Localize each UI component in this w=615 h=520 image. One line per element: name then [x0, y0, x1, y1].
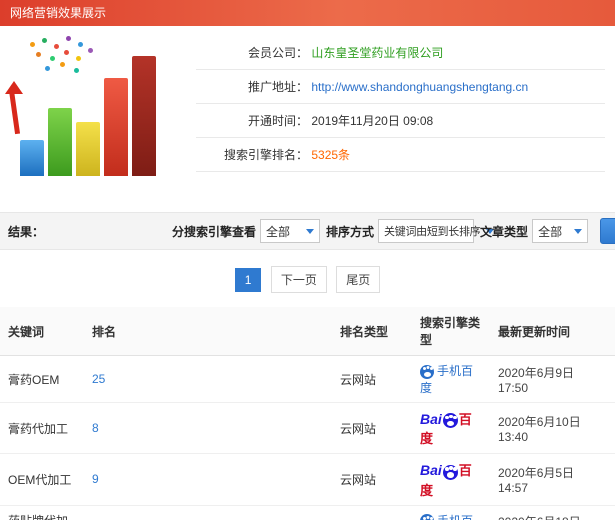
sort-select[interactable]: 关键词由短到长排序: [378, 219, 495, 243]
rank-type-cell: 云网站: [332, 355, 412, 403]
updated-cell: 2020年6月9日 17:50: [490, 355, 615, 403]
article-type-select[interactable]: 全部: [532, 219, 589, 243]
result-label: 结果：: [8, 224, 45, 239]
chart-bar-decoration: [104, 78, 128, 176]
page-1-button[interactable]: 1: [234, 268, 262, 292]
keyword-cell: 膏药OEM: [0, 355, 84, 403]
growth-arrow-icon: [8, 89, 21, 135]
table-row: 膏药OEM 25 云网站 手机百度 2020年6月9日 17:50: [0, 355, 615, 403]
article-type-label: 文章类型: [480, 224, 529, 239]
header-rank: 排名: [84, 307, 332, 356]
chart-bar-decoration: [48, 108, 72, 176]
mobile-baidu-icon: [420, 514, 434, 520]
chart-bar-decoration: [76, 122, 100, 176]
rank-type-cell: 云网站: [332, 402, 412, 455]
rank-link[interactable]: 25: [92, 372, 105, 386]
open-time-label: 开通时间：: [247, 114, 308, 128]
engine-select[interactable]: 全部: [260, 219, 321, 243]
header-rank-type: 排名类型: [332, 307, 412, 356]
company-label: 会员公司：: [247, 46, 308, 60]
engine-select-value: 全部: [266, 224, 291, 239]
marketing-illustration: [0, 32, 196, 190]
updated-cell: 2020年6月5日 14:57: [490, 453, 615, 506]
mobile-baidu-icon: [420, 364, 434, 379]
baidu-badge: Bai 百度: [420, 462, 472, 497]
info-row-url: 推广地址： http://www.shandonghuangshengtang.…: [196, 70, 605, 104]
info-row-open-time: 开通时间： 2019年11月20日 09:08: [196, 104, 605, 138]
pagination: 1 下一页 尾页: [0, 266, 615, 293]
promo-url-label: 推广地址：: [247, 80, 308, 94]
article-type-select-value: 全部: [538, 224, 563, 239]
page-title: 网络营销效果展示: [10, 6, 107, 20]
keyword-cell: 药贴牌代加工: [0, 505, 84, 520]
chart-bar-decoration: [132, 56, 156, 176]
mobile-baidu-badge: 手机百度: [420, 514, 473, 520]
marketing-report-page: 网络营销效果展示 会员公司： 山东皇圣堂药业有限公司 推广地址： http://…: [0, 0, 615, 520]
header-updated: 最新更新时间: [490, 307, 615, 356]
sort-filter-label: 排序方式: [326, 224, 375, 239]
table-row: 膏药代加工 8 云网站 Bai 百度 2020年6月10日 13:40: [0, 402, 615, 455]
company-info-section: 会员公司： 山东皇圣堂药业有限公司 推广地址： http://www.shand…: [0, 26, 615, 190]
next-page-button[interactable]: 下一页: [270, 266, 327, 293]
baidu-bai-text: Bai: [420, 462, 442, 479]
rank-type-cell: 云网站: [332, 505, 412, 520]
company-name-link[interactable]: 山东皇圣堂药业有限公司: [311, 46, 443, 60]
mobile-baidu-badge: 手机百度: [420, 364, 473, 395]
page-header: 网络营销效果展示: [0, 0, 615, 26]
chart-bar-decoration: [20, 140, 44, 176]
chevron-down-icon: [574, 228, 583, 234]
last-page-button[interactable]: 尾页: [336, 266, 381, 293]
filter-bar: 结果： 分搜索引擎查看 全部 排序方式 关键词由短到长排序 文章类型 全部 提交: [0, 212, 615, 250]
baidu-paw-icon: [442, 413, 458, 429]
updated-cell: 2020年6月10日 13:40: [490, 402, 615, 455]
table-row: 药贴牌代加工 27 云网站 手机百度 2020年6月18日 10:25: [0, 505, 615, 520]
engine-filter-label: 分搜索引擎查看: [172, 224, 257, 239]
baidu-paw-icon: [442, 464, 458, 480]
growth-arrow-head-icon: [5, 81, 23, 94]
info-row-rank-count: 搜索引擎排名： 5325条: [196, 138, 605, 172]
baidu-bai-text: Bai: [420, 411, 442, 427]
rank-count-value: 5325条: [311, 148, 351, 162]
keyword-cell: 膏药代加工: [0, 402, 84, 455]
rank-link[interactable]: 8: [92, 421, 99, 435]
keyword-cell: OEM代加工: [0, 453, 84, 506]
sort-select-value: 关键词由短到长排序: [384, 226, 481, 238]
rank-link[interactable]: 9: [92, 472, 99, 486]
keyword-ranking-table: 关键词 排名 排名类型 搜索引擎类型 最新更新时间 膏药OEM 25 云网站 手…: [0, 307, 615, 520]
header-keyword: 关键词: [0, 307, 84, 356]
submit-button[interactable]: 提交: [600, 218, 615, 244]
rank-count-label: 搜索引擎排名：: [223, 148, 308, 162]
baidu-badge: Bai 百度: [420, 411, 472, 446]
open-time-value: 2019年11月20日 09:08: [311, 114, 434, 128]
table-row: OEM代加工 9 云网站 Bai 百度 2020年6月5日 14:57: [0, 453, 615, 506]
chevron-down-icon: [306, 228, 315, 234]
confetti-dots-decoration: [30, 42, 35, 47]
rank-type-cell: 云网站: [332, 453, 412, 506]
table-header-row: 关键词 排名 排名类型 搜索引擎类型 最新更新时间: [0, 307, 615, 356]
promo-url-link[interactable]: http://www.shandonghuangshengtang.cn: [311, 80, 528, 94]
info-row-company: 会员公司： 山东皇圣堂药业有限公司: [196, 36, 605, 70]
updated-cell: 2020年6月18日 10:25: [490, 505, 615, 520]
company-info-rows: 会员公司： 山东皇圣堂药业有限公司 推广地址： http://www.shand…: [196, 32, 615, 190]
header-engine-type: 搜索引擎类型: [412, 307, 490, 356]
